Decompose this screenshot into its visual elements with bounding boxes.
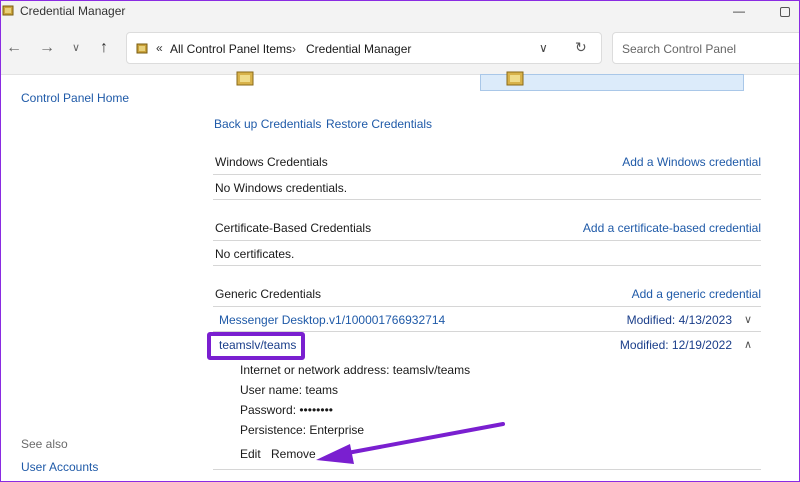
control-panel-home-link[interactable]: Control Panel Home [21, 91, 129, 105]
breadcrumb-credential-manager[interactable]: Credential Manager [306, 42, 411, 56]
chevron-down-icon[interactable]: ∨ [539, 41, 548, 55]
restore-credentials-link[interactable]: Restore Credentials [326, 117, 432, 131]
search-box[interactable] [612, 32, 800, 64]
add-windows-credential-link[interactable]: Add a Windows credential [622, 155, 761, 169]
add-generic-credential-link[interactable]: Add a generic credential [632, 287, 761, 301]
add-certificate-credential-link[interactable]: Add a certificate-based credential [583, 221, 761, 235]
section-title-certificate: Certificate-Based Credentials [215, 221, 372, 235]
annotation-arrow-icon [316, 422, 505, 464]
navigation-bar: ← → ∨ ↑ « All Control Panel Items › Cred… [0, 22, 800, 75]
divider [213, 469, 761, 470]
divider [213, 265, 761, 266]
credential-messenger[interactable]: Messenger Desktop.v1/100001766932714 [219, 313, 445, 327]
credential-manager-icon [136, 43, 148, 54]
address-bar[interactable]: « All Control Panel Items › Credential M… [126, 32, 602, 64]
section-title-windows: Windows Credentials [215, 155, 328, 169]
credential-modified-date: Modified: 12/19/2022 [619, 338, 732, 352]
user-accounts-link[interactable]: User Accounts [21, 460, 98, 474]
see-also-heading: See also [21, 437, 68, 451]
breadcrumb-separator-icon[interactable]: › [292, 42, 296, 56]
recent-chevron-icon[interactable]: ∨ [66, 38, 86, 58]
maximize-icon [780, 6, 790, 17]
vault-icon [236, 71, 254, 86]
credential-manager-icon [2, 5, 14, 16]
back-arrow-icon[interactable]: ← [4, 38, 24, 58]
window-title: Credential Manager [20, 4, 126, 18]
empty-message: No certificates. [215, 247, 295, 261]
title-bar: Credential Manager — [0, 0, 800, 22]
search-input[interactable] [620, 41, 794, 57]
remove-credential-link[interactable]: Remove [271, 447, 316, 461]
up-arrow-icon[interactable]: ↑ [94, 38, 114, 58]
edit-credential-link[interactable]: Edit [240, 447, 261, 461]
detail-user-name: User name: teams [240, 383, 339, 397]
divider [213, 240, 761, 241]
maximize-button[interactable] [776, 2, 794, 20]
forward-arrow-icon[interactable]: → [37, 38, 57, 58]
refresh-icon[interactable]: ↻ [575, 39, 587, 56]
chevron-down-icon[interactable]: ∨ [744, 313, 752, 326]
section-title-generic: Generic Credentials [215, 287, 322, 301]
address-overflow-chevron[interactable]: « [156, 41, 163, 55]
divider [213, 306, 761, 307]
divider [213, 199, 761, 200]
breadcrumb-all-items[interactable]: All Control Panel Items [170, 42, 292, 56]
backup-credentials-link[interactable]: Back up Credentials [214, 117, 321, 131]
highlight-box [207, 332, 305, 360]
vault-icon [506, 71, 524, 86]
detail-password: Password: •••••••• [240, 403, 333, 417]
credential-modified-date: Modified: 4/13/2023 [626, 313, 732, 327]
detail-network-address: Internet or network address: teamslv/tea… [240, 363, 471, 377]
minimize-button[interactable]: — [730, 2, 748, 20]
empty-message: No Windows credentials. [215, 181, 348, 195]
chevron-up-icon[interactable]: ∧ [744, 338, 752, 351]
divider [213, 174, 761, 175]
